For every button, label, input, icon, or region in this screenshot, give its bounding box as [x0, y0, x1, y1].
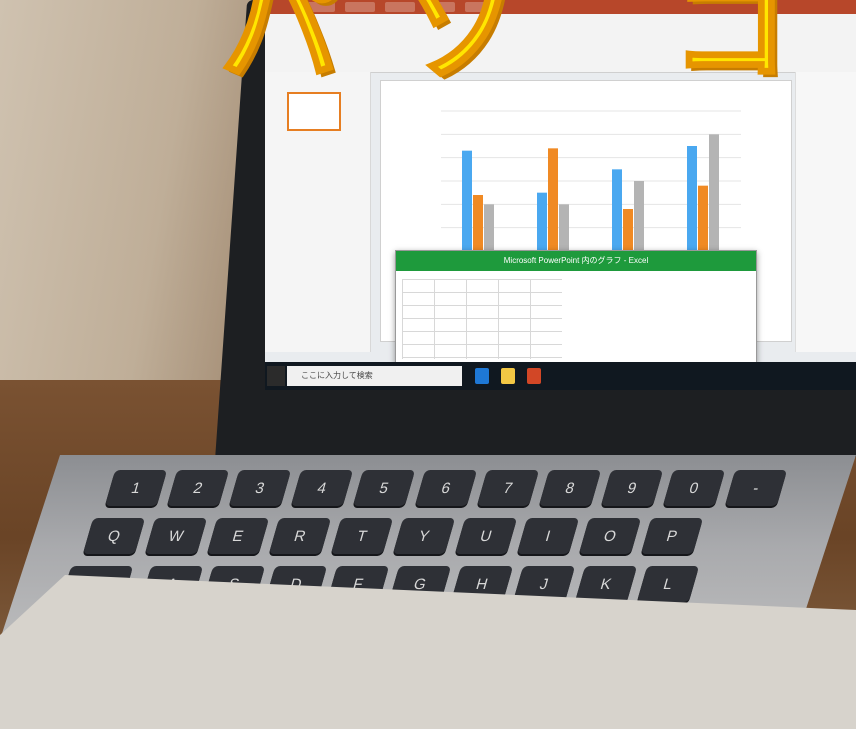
powerpoint-icon[interactable] [527, 368, 541, 384]
keyboard-key[interactable]: Y [392, 518, 456, 554]
chart-bar[interactable] [559, 204, 569, 251]
keyboard-key[interactable]: - [724, 470, 788, 506]
keyboard-key[interactable]: Q [82, 518, 146, 554]
overlay-char: パ [219, 0, 342, 99]
keyboard-key[interactable]: 1 [104, 470, 168, 506]
excel-data-window[interactable]: Microsoft PowerPoint 内のグラフ - Excel [395, 250, 757, 364]
format-task-pane [795, 72, 856, 352]
overlay-char: ソ [399, 0, 522, 99]
keyboard-key[interactable]: T [330, 518, 394, 554]
keyboard-key[interactable]: 9 [600, 470, 664, 506]
keyboard-key[interactable]: 3 [228, 470, 292, 506]
chart-bar[interactable] [462, 150, 472, 251]
keyboard-key[interactable]: L [636, 566, 700, 602]
chart-bar[interactable] [473, 195, 483, 251]
keyboard-key[interactable]: O [578, 518, 642, 554]
chart-bar[interactable] [537, 192, 547, 251]
start-button[interactable] [267, 366, 285, 386]
keyboard-key[interactable]: 0 [662, 470, 726, 506]
keyboard-key[interactable]: I [516, 518, 580, 554]
folder-icon[interactable] [501, 368, 515, 384]
chart-bar[interactable] [634, 181, 644, 251]
excel-data-grid[interactable] [402, 279, 562, 359]
overlay-title: パ ソ コ [160, 0, 856, 99]
chart-bar[interactable] [687, 146, 697, 251]
chart-bar[interactable] [612, 169, 622, 251]
keyboard-key[interactable]: 7 [476, 470, 540, 506]
chart-bar[interactable] [548, 148, 558, 251]
keyboard-key[interactable]: 4 [290, 470, 354, 506]
chart-bar[interactable] [484, 204, 494, 251]
keyboard-key[interactable]: 6 [414, 470, 478, 506]
excel-window-title: Microsoft PowerPoint 内のグラフ - Excel [396, 251, 756, 271]
taskbar-search-box[interactable]: ここに入力して検索 [287, 366, 462, 386]
keyboard-key[interactable]: 2 [166, 470, 230, 506]
edge-icon[interactable] [475, 368, 489, 384]
taskbar-search-placeholder: ここに入力して検索 [301, 371, 373, 380]
keyboard-key[interactable]: W [144, 518, 208, 554]
overlay-char: コ [669, 0, 792, 99]
chart-bar[interactable] [623, 209, 633, 251]
keyboard-key[interactable]: 5 [352, 470, 416, 506]
keyboard-key[interactable]: U [454, 518, 518, 554]
keyboard-key[interactable]: R [268, 518, 332, 554]
keyboard-key[interactable]: 8 [538, 470, 602, 506]
slide-thumbnail-pane [265, 72, 371, 352]
chart-bar[interactable] [709, 134, 719, 251]
keyboard-key[interactable]: K [574, 566, 638, 602]
keyboard-key[interactable]: P [640, 518, 704, 554]
chart-bar[interactable] [698, 185, 708, 251]
keyboard-key[interactable]: E [206, 518, 270, 554]
